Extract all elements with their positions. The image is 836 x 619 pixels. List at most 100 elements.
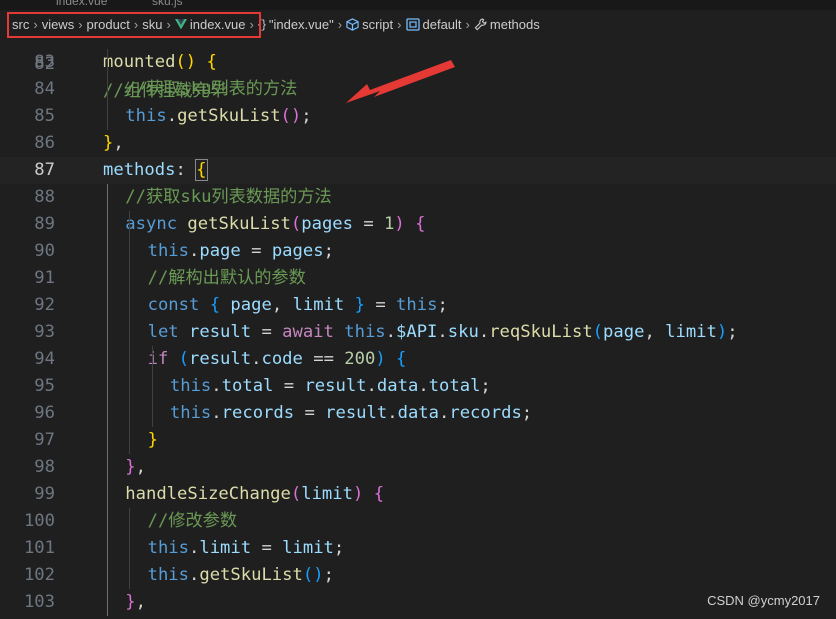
code-line[interactable]: 97} (0, 427, 836, 454)
code-token: . (211, 376, 222, 396)
code-token: page (230, 295, 272, 315)
code-token: ) (313, 565, 324, 585)
code-line[interactable]: 86}, (0, 130, 836, 157)
code-token: total (428, 376, 481, 396)
chevron-right-icon: › (133, 16, 139, 32)
code-text: }, (125, 454, 146, 481)
code-token: this (169, 376, 212, 396)
code-line[interactable]: 100 //修改参数 (0, 508, 836, 535)
code-token: { (206, 52, 217, 72)
code-token: ( (290, 484, 302, 504)
code-line[interactable]: 90 this.page = pages; (0, 238, 836, 265)
code-token: getSkuList (199, 565, 303, 585)
chevron-right-icon: › (465, 16, 470, 32)
code-token: getSkuList (177, 106, 281, 126)
code-token: , (644, 322, 666, 342)
code-token: methods (103, 160, 176, 180)
code-token: result (325, 403, 388, 423)
code-token: limit (282, 538, 334, 558)
code-token: } (125, 592, 136, 612)
code-token: = (365, 295, 397, 315)
tab-sku-js[interactable]: sku.js (152, 0, 183, 8)
code-token: = (251, 322, 283, 342)
code-line[interactable]: 88 //获取sku列表数据的方法 (0, 184, 836, 211)
breadcrumb-src-label: src (12, 16, 30, 32)
code-token: code (261, 349, 303, 369)
breadcrumb-src[interactable]: src (12, 17, 29, 32)
code-line[interactable]: 96 this.records = result.data.records; (0, 400, 836, 427)
code-line[interactable]: 84 //获取sku列表的方法 (0, 76, 836, 103)
code-token: } (103, 133, 114, 153)
code-token: ) (394, 214, 405, 234)
code-token: ; (323, 565, 334, 585)
code-token: reqSkuList (489, 322, 593, 342)
code-line[interactable]: 101 this.limit = limit; (0, 535, 836, 562)
code-token: ; (323, 241, 334, 261)
code-token: pages (271, 241, 324, 261)
code-token: $API (396, 322, 438, 342)
code-token: //获取sku列表的方法 (125, 79, 298, 99)
code-text: methods: { (103, 157, 208, 184)
code-token: limit (301, 484, 353, 504)
breadcrumb-product[interactable]: product (87, 17, 130, 32)
code-token: sku (447, 322, 479, 342)
code-token: 1 (384, 214, 395, 234)
line-number: 90 (34, 241, 55, 261)
code-token: == (302, 349, 345, 369)
code-line[interactable]: 93 let result = await this.$API.sku.reqSk… (0, 319, 836, 346)
code-token: data (376, 376, 419, 396)
line-number: 93 (34, 322, 55, 342)
breadcrumb: src › views › product › sku › index.vue … (0, 10, 836, 38)
code-text: this.getSkuList(); (148, 562, 334, 589)
code-token: , (113, 133, 124, 153)
tab-index-vue[interactable]: index.vue (56, 0, 107, 8)
code-line[interactable]: 83 mounted() { (0, 49, 836, 76)
code-token: . (385, 322, 397, 342)
code-line[interactable]: 99 handleSizeChange(limit) { (0, 481, 836, 508)
code-token: ; (301, 106, 312, 126)
code-token: { (209, 295, 221, 315)
chevron-right-icon: › (249, 16, 254, 32)
indent-guide (107, 49, 108, 130)
code-token: . (437, 322, 448, 342)
code-line[interactable]: 91 //解构出默认的参数 (0, 265, 836, 292)
code-line[interactable]: 87 methods: { (0, 157, 836, 184)
code-token: = (294, 403, 326, 423)
code-text: this.limit = limit; (148, 535, 345, 562)
chevron-right-icon: › (337, 16, 343, 32)
code-line[interactable]: 98}, (0, 454, 836, 481)
code-line[interactable]: 85 this.getSkuList(); (0, 103, 836, 130)
line-number: 99 (34, 484, 55, 504)
bracket-object-icon (405, 17, 420, 31)
code-text: handleSizeChange(limit) { (125, 481, 384, 508)
code-token: //获取sku列表数据的方法 (125, 187, 332, 207)
breadcrumb-default[interactable]: default (405, 17, 462, 32)
breadcrumb-views[interactable]: views (42, 17, 75, 32)
breadcrumb-methods[interactable]: methods (474, 17, 540, 32)
code-token: . (211, 403, 222, 423)
code-editor[interactable]: 82 //组件挂载完毕 83 mounted() {84//获取sku列表的方法 8… (0, 38, 836, 619)
code-token: ; (437, 295, 448, 315)
breadcrumb-index-vue[interactable]: index.vue (174, 17, 246, 32)
code-line[interactable]: 102 this.getSkuList(); (0, 562, 836, 589)
code-text: //获取sku列表的方法 (125, 76, 297, 103)
code-token: ; (333, 538, 345, 558)
code-line[interactable]: 95 this.total = result.data.total; (0, 373, 836, 400)
code-line[interactable]: 92 const { page, limit } = this; (0, 292, 836, 319)
code-line[interactable]: 89 async getSkuList(pages = 1) { (0, 211, 836, 238)
breadcrumb-sku[interactable]: sku (142, 17, 162, 32)
code-text: this.records = result.data.records; (170, 400, 532, 427)
code-line[interactable]: 94 if (result.code == 200) { (0, 346, 836, 373)
line-number: 101 (23, 538, 55, 558)
code-text: const { page, limit } = this; (148, 292, 448, 319)
line-number: 85 (34, 106, 55, 126)
breadcrumb-index-vue-string[interactable]: {} "index.vue" (258, 17, 334, 32)
code-token: = (273, 376, 305, 396)
breadcrumb-script[interactable]: script (346, 17, 393, 32)
code-token: this (344, 322, 386, 342)
